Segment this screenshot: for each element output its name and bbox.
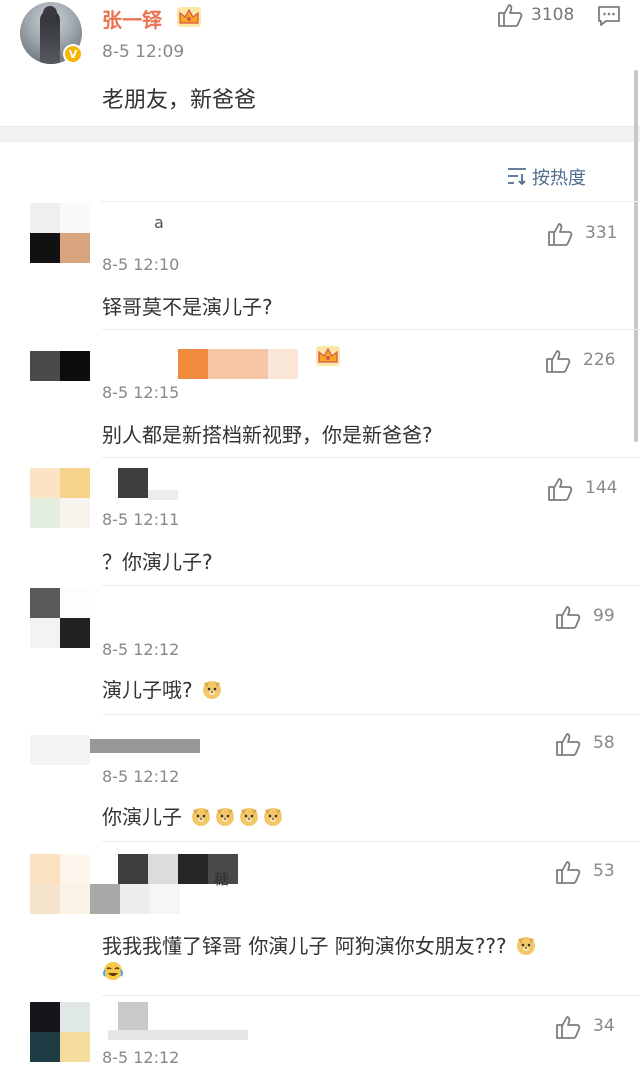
- commenter-avatar[interactable]: [30, 1002, 90, 1062]
- like-icon[interactable]: [547, 476, 573, 502]
- verified-badge-icon: V: [63, 44, 83, 64]
- post-time: 8-5 12:09: [102, 42, 185, 62]
- comment-text: 你演儿子: [102, 801, 284, 830]
- comment-text-content: 我我我懂了铎哥 你演儿子 阿狗演你女朋友???: [102, 934, 507, 958]
- like-count: 99: [593, 606, 615, 626]
- comment-divider: [102, 329, 640, 330]
- commenter-avatar[interactable]: [30, 735, 90, 795]
- commenter-avatar[interactable]: [30, 351, 90, 411]
- like-icon[interactable]: [555, 604, 581, 630]
- comment-divider: [102, 841, 640, 842]
- doge-emoji-icon: [216, 808, 235, 826]
- doge-emoji-icon: [202, 681, 221, 699]
- sort-bar: 按热度: [100, 142, 640, 202]
- like-icon[interactable]: [497, 2, 523, 28]
- sort-by-hot-button[interactable]: 按热度: [532, 164, 586, 190]
- commenter-avatar[interactable]: [30, 468, 90, 528]
- doge-emoji-icon: [192, 808, 211, 826]
- section-gap: [0, 126, 640, 142]
- doge-emoji-icon: [240, 808, 259, 826]
- post-text: 老朋友，新爸爸: [102, 88, 257, 113]
- author-name[interactable]: 张一铎: [102, 4, 162, 33]
- comment-text: 演儿子哦?: [102, 674, 223, 703]
- comment-time: 8-5 12:12: [102, 640, 180, 659]
- comment-time: 8-5 12:15: [102, 383, 180, 402]
- crown-icon: [177, 7, 201, 27]
- commenter-avatar[interactable]: [30, 203, 90, 263]
- comment-time: 8-5 12:12: [102, 1048, 180, 1067]
- commenter-avatar[interactable]: [30, 588, 90, 648]
- like-count: 53: [593, 861, 615, 881]
- like-icon[interactable]: [547, 221, 573, 247]
- like-icon[interactable]: [555, 1014, 581, 1040]
- like-icon[interactable]: [555, 859, 581, 885]
- sort-icon[interactable]: [506, 166, 528, 186]
- comment-divider: [102, 995, 640, 996]
- comment-text-content: 演儿子哦?: [102, 678, 193, 702]
- commenter-name-text: a: [154, 213, 164, 232]
- like-icon[interactable]: [555, 731, 581, 757]
- post-like-count: 3108: [531, 5, 575, 25]
- doge-emoji-icon: [264, 808, 283, 826]
- comment-divider: [102, 714, 640, 715]
- doge-emoji-icon: [516, 937, 535, 955]
- like-icon[interactable]: [545, 348, 571, 374]
- comment-icon[interactable]: [597, 5, 621, 27]
- like-count: 144: [585, 478, 618, 498]
- comment-divider: [102, 585, 640, 586]
- like-count: 58: [593, 733, 615, 753]
- crown-icon: [316, 346, 340, 366]
- comment-text-content: 你演儿子: [102, 805, 182, 829]
- comment-text: 我我我懂了铎哥 你演儿子 阿狗演你女朋友???: [102, 930, 537, 959]
- comment-divider: [102, 457, 640, 458]
- laugh-cry-emoji-icon: [103, 962, 123, 980]
- like-count: 226: [583, 350, 616, 370]
- comment-text: ？你演儿子?: [102, 550, 213, 574]
- comment-text: 别人都是新搭档新视野，你是新爸爸?: [102, 423, 433, 447]
- like-count: 34: [593, 1016, 615, 1036]
- comment-time: 8-5 12:10: [102, 255, 180, 274]
- commenter-avatar[interactable]: [30, 854, 90, 914]
- commenter-name-text: 糖: [214, 870, 230, 888]
- scrollbar[interactable]: [634, 70, 638, 442]
- comment-time: 8-5 12:12: [102, 767, 180, 786]
- post-header: V 张一铎 8-5 12:09 老朋友，新爸爸 3108: [0, 0, 640, 126]
- comment-time: 8-5 12:11: [102, 510, 180, 529]
- like-count: 331: [585, 223, 618, 243]
- avatar-head: [43, 6, 57, 20]
- comment-text: 铎哥莫不是演儿子?: [102, 295, 273, 319]
